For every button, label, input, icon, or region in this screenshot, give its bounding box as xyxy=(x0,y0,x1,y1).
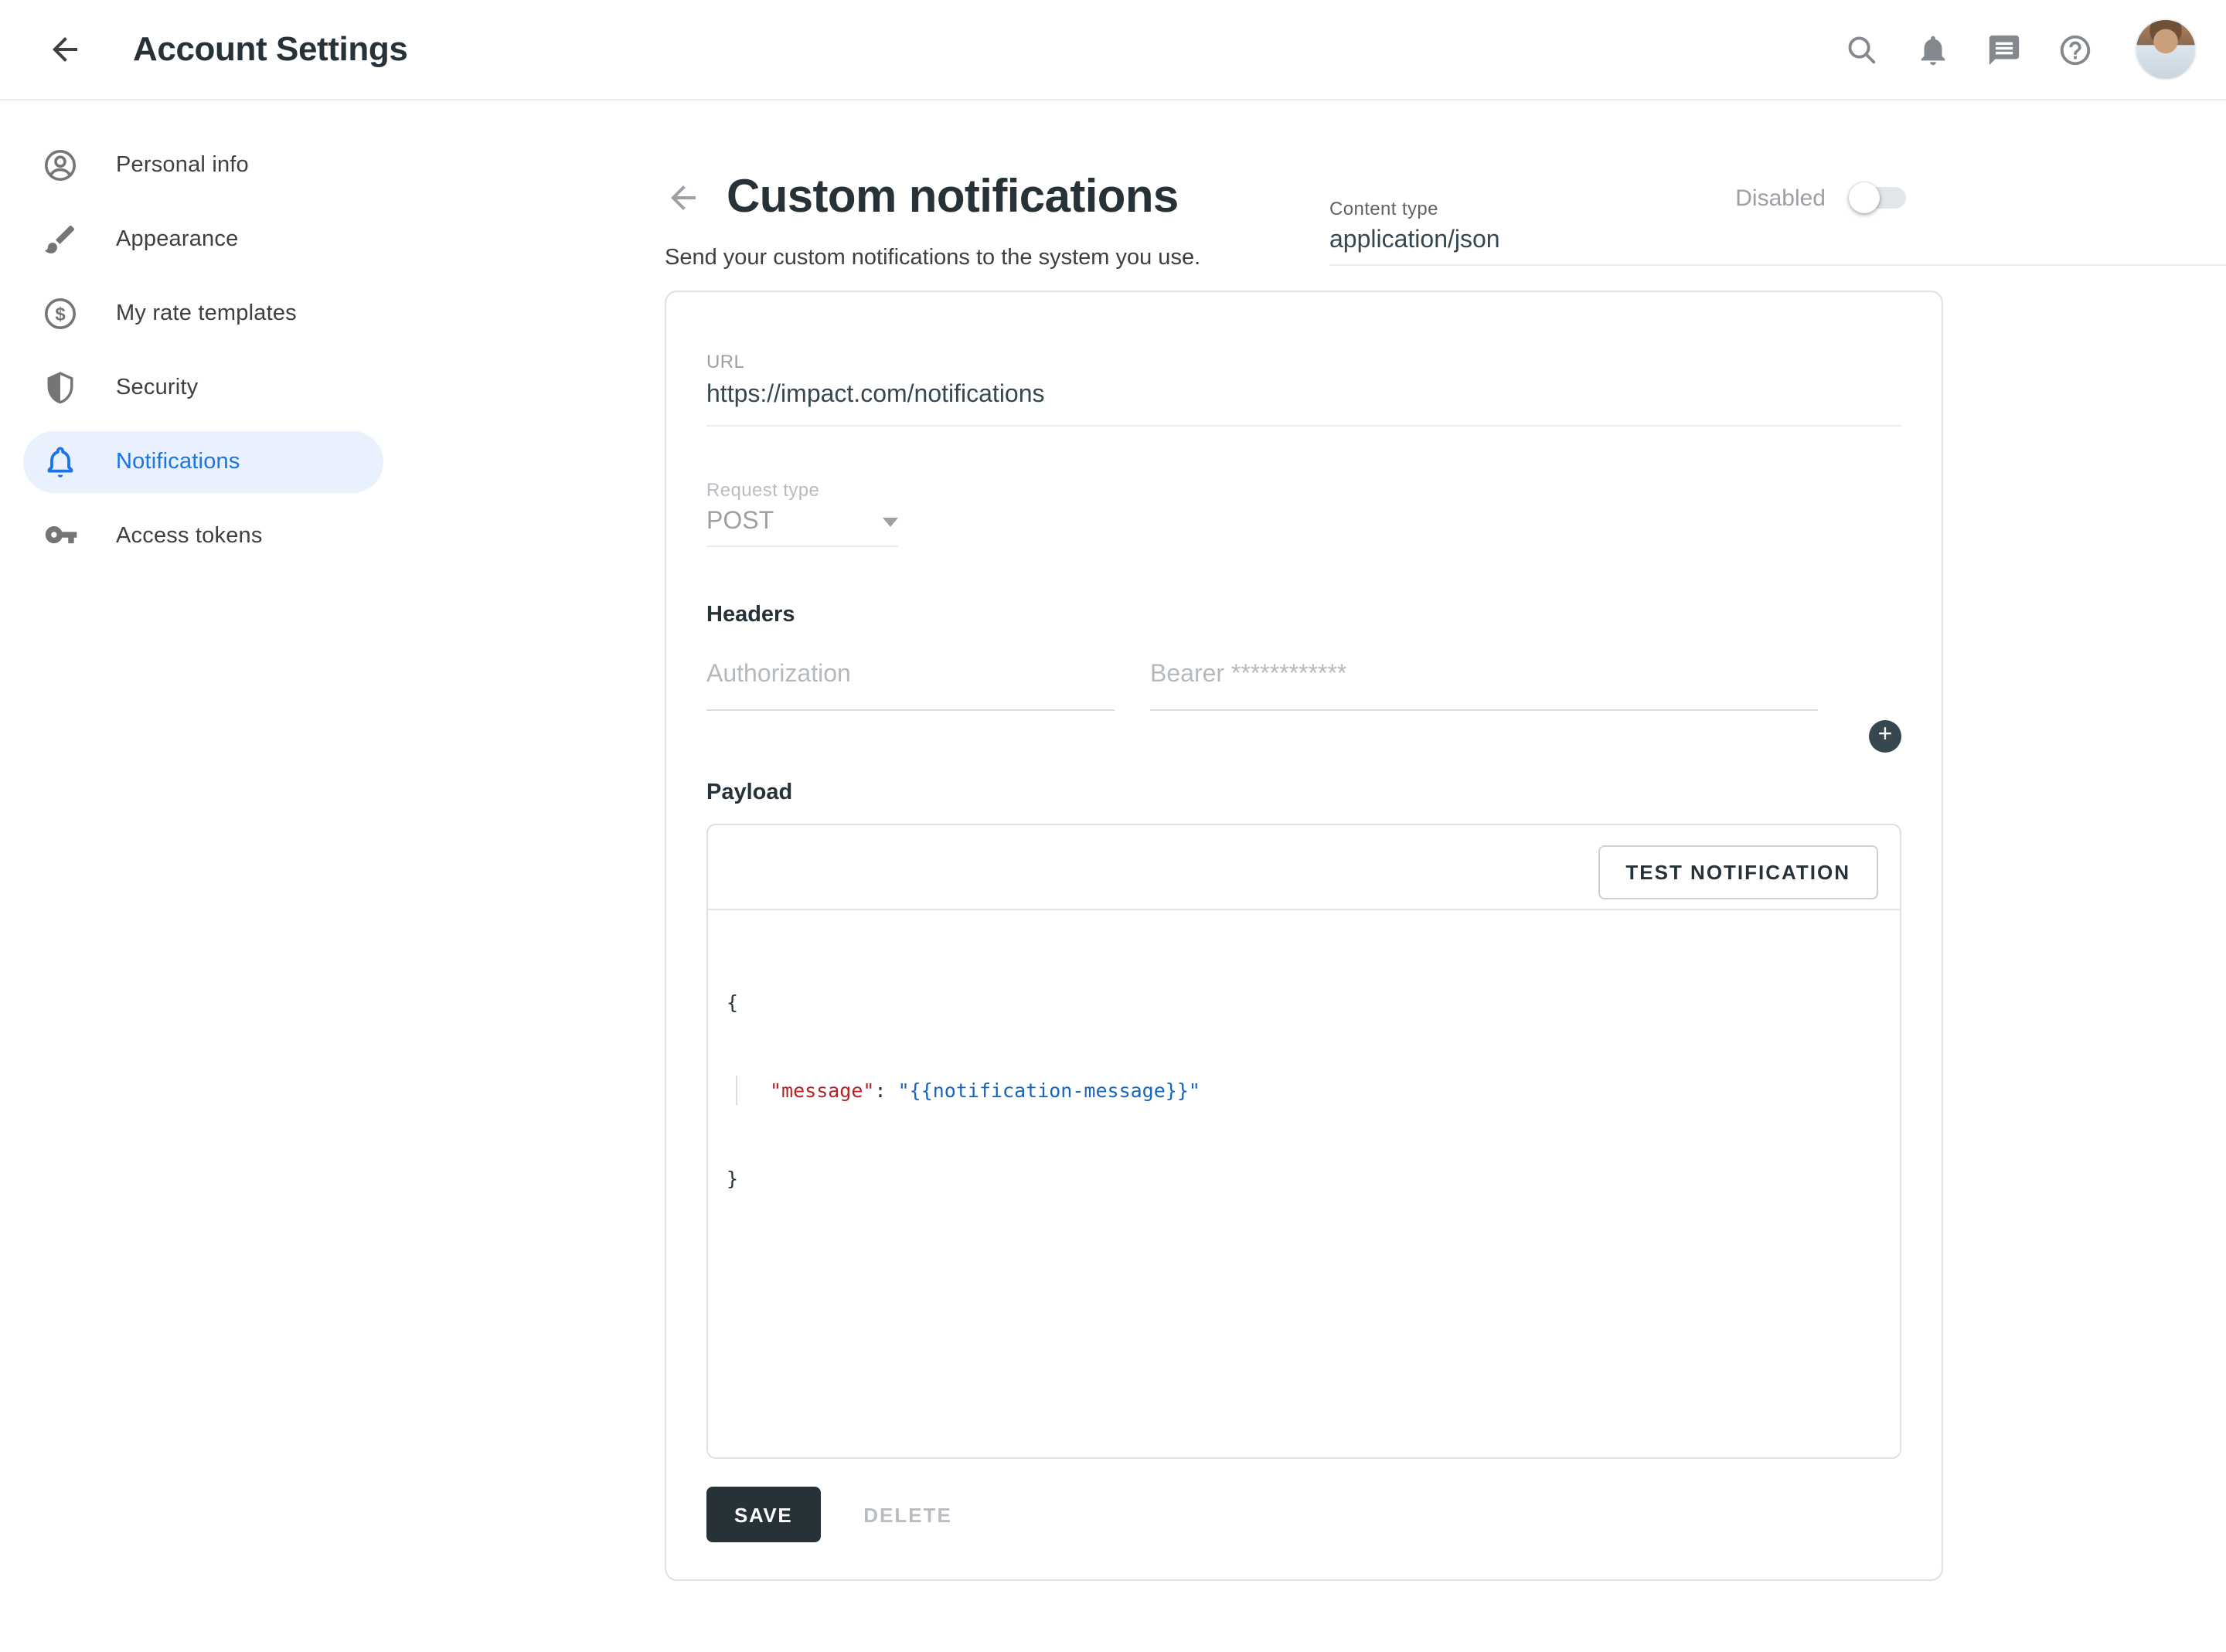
content-type-select[interactable]: application/json xyxy=(1329,227,2226,255)
dollar-circle-icon: $ xyxy=(42,295,79,332)
bell-icon xyxy=(42,444,79,481)
sidebar-item-label: Personal info xyxy=(116,153,249,178)
code-line: "message": "{{notification-message}}" xyxy=(727,1076,1900,1105)
request-type-group: Request type POST xyxy=(706,479,898,547)
request-type-label: Request type xyxy=(706,479,898,501)
chevron-down-icon xyxy=(883,518,898,527)
chat-icon xyxy=(1986,32,2021,67)
url-field-group: URL xyxy=(706,292,1901,427)
sidebar-item-label: Notifications xyxy=(116,450,240,474)
form-actions: SAVE DELETE xyxy=(706,1487,1901,1542)
help-icon xyxy=(2057,32,2092,67)
url-field-label: URL xyxy=(706,351,1901,372)
content-type-label: Content type xyxy=(1329,198,2226,219)
search-button[interactable] xyxy=(1841,29,1881,70)
top-app-bar: Account Settings xyxy=(0,0,2226,100)
sidebar-item-label: Security xyxy=(116,376,198,400)
user-avatar[interactable] xyxy=(2135,19,2197,80)
headers-row xyxy=(706,661,1901,711)
section-back-button[interactable] xyxy=(665,179,702,216)
code-token: } xyxy=(727,1167,738,1190)
sidebar-item-label: My rate templates xyxy=(116,301,297,326)
payload-editor-panel: TEST NOTIFICATION { "message": "{{notifi… xyxy=(706,824,1901,1459)
arrow-left-icon xyxy=(46,31,83,68)
test-notification-button[interactable]: TEST NOTIFICATION xyxy=(1598,845,1878,899)
bell-icon xyxy=(1915,32,1950,67)
account-settings-page: Account Settings xyxy=(0,0,2226,1652)
url-input[interactable] xyxy=(706,382,1901,410)
type-row: Request type POST Content type applicati… xyxy=(706,479,1901,547)
add-header-row: + xyxy=(706,720,1901,753)
brush-icon xyxy=(42,221,79,258)
arrow-left-icon xyxy=(665,179,702,216)
sidebar-item-label: Appearance xyxy=(116,227,238,252)
content-type-group: Content type application/json xyxy=(1329,198,2226,266)
plus-icon: + xyxy=(1878,722,1893,747)
sidebar-item-my-rate-templates[interactable]: $ My rate templates xyxy=(23,283,383,345)
code-token-string: "{{notification-message}}" xyxy=(898,1079,1200,1102)
delete-button[interactable]: DELETE xyxy=(854,1501,962,1528)
code-token: : xyxy=(874,1079,897,1102)
notification-settings-card: URL Request type POST Content type appli… xyxy=(665,291,1943,1581)
code-token: { xyxy=(727,991,738,1014)
key-icon xyxy=(42,518,79,555)
request-type-value: POST xyxy=(706,508,870,536)
section-title: Custom notifications xyxy=(727,172,1179,224)
sidebar-item-personal-info[interactable]: Personal info xyxy=(23,134,383,196)
sidebar-item-notifications[interactable]: Notifications xyxy=(23,431,383,493)
sidebar-item-access-tokens[interactable]: Access tokens xyxy=(23,505,383,567)
help-button[interactable] xyxy=(2054,29,2095,70)
topbar-actions xyxy=(1841,19,2226,80)
notifications-button[interactable] xyxy=(1912,29,1952,70)
sidebar-item-security[interactable]: Security xyxy=(23,357,383,419)
payload-toolbar: TEST NOTIFICATION xyxy=(708,825,1900,910)
request-type-select[interactable]: POST xyxy=(706,508,898,536)
add-header-button[interactable]: + xyxy=(1869,720,1901,753)
header-value-input[interactable] xyxy=(1150,661,1818,711)
header-name-input[interactable] xyxy=(706,661,1115,711)
page-title: Account Settings xyxy=(133,29,407,70)
messages-button[interactable] xyxy=(1983,29,2023,70)
content-type-value: application/json xyxy=(1329,227,2226,255)
headers-section-label: Headers xyxy=(706,603,1901,627)
person-circle-icon xyxy=(42,147,79,184)
shield-icon xyxy=(42,369,79,406)
search-icon xyxy=(1843,32,1879,67)
payload-section-label: Payload xyxy=(706,780,1901,805)
svg-text:$: $ xyxy=(55,304,66,325)
indent-guide xyxy=(736,1076,737,1105)
code-line: } xyxy=(727,1164,1900,1193)
topbar-back-button[interactable] xyxy=(43,28,87,71)
sidebar-item-label: Access tokens xyxy=(116,524,263,549)
code-line: { xyxy=(727,987,1900,1017)
main-content: Custom notifications Disabled Send your … xyxy=(665,99,1946,1581)
save-button[interactable]: SAVE xyxy=(706,1487,820,1542)
sidebar-item-appearance[interactable]: Appearance xyxy=(23,209,383,270)
payload-code-editor[interactable]: { "message": "{{notification-message}}" … xyxy=(708,910,1900,1439)
code-token-key: "message" xyxy=(770,1079,874,1102)
settings-sidebar: Personal info Appearance $ My rate templ… xyxy=(0,99,464,580)
